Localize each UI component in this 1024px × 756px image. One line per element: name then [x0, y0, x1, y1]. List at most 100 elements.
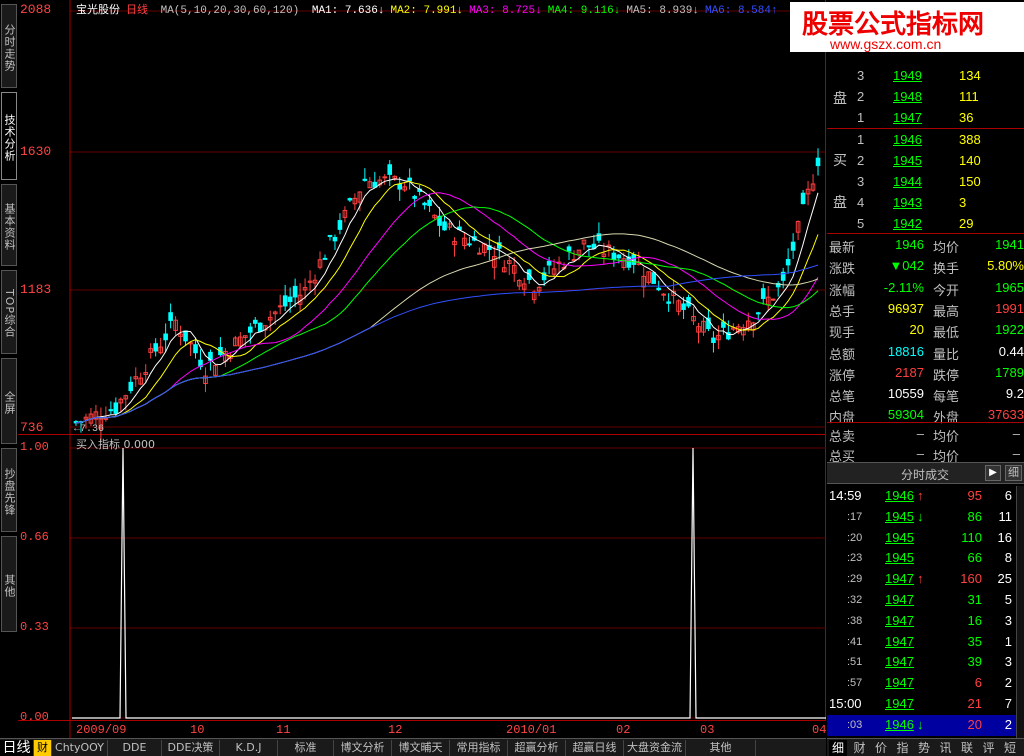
quote-value: 1991 — [995, 300, 1024, 316]
tick-time: :20 — [847, 531, 863, 544]
quote-label: 最新 — [829, 240, 856, 255]
ma-legend-item: MA6: 8.584↑ — [704, 5, 778, 17]
ask-volume: 111 — [959, 89, 979, 104]
bottom-tab[interactable]: DDE — [108, 740, 162, 756]
right-bottom-tab[interactable]: 势 — [915, 740, 933, 756]
bottom-tab[interactable]: 常用指标 — [450, 740, 508, 756]
bid-volume: 388 — [959, 132, 981, 147]
tick-row: :41 1947 35 1 — [827, 632, 1024, 653]
tick-count: 3 — [1004, 654, 1012, 670]
level-number: 2 — [857, 153, 865, 168]
right-bottom-tab[interactable]: 短 — [1001, 740, 1019, 756]
bottom-tab[interactable]: K.D.J — [220, 740, 278, 756]
tick-count: 8 — [1004, 550, 1012, 566]
quote-label: 最高 — [933, 303, 960, 319]
bottom-tab[interactable]: 博文晡天 — [392, 740, 450, 756]
right-bottom-tab[interactable]: 细 — [829, 740, 847, 756]
tick-row: :32 1947 31 5 — [827, 590, 1024, 611]
bid-price: 1945 — [893, 153, 922, 168]
indicator-axis-label: 1.00 — [20, 440, 49, 454]
quote-label: 总笔 — [829, 389, 856, 405]
tick-price: 1946 — [885, 716, 914, 732]
quote-label: 每笔 — [933, 389, 960, 405]
candle-body — [292, 285, 298, 298]
detail-button[interactable]: 细 — [1005, 465, 1022, 481]
play-icon[interactable]: ▶ — [985, 465, 1001, 481]
right-bottom-tab[interactable]: 价 — [872, 740, 890, 756]
bid-price: 1943 — [893, 195, 922, 210]
candle-body — [168, 312, 173, 321]
right-bottom-tab[interactable]: 联 — [958, 740, 976, 756]
x-axis-label: 2010/01 — [506, 723, 557, 737]
down-arrow-icon: ↓ — [917, 716, 924, 732]
price-axis-label: 736 — [20, 420, 44, 435]
candle-body — [616, 254, 622, 259]
tick-volume: 20 — [967, 716, 982, 732]
x-axis-label: 2009/09 — [76, 723, 127, 737]
totals-value: – — [916, 426, 924, 441]
tick-price: 1945 — [885, 550, 914, 566]
tick-row: 15:00 1947 21 7 — [827, 694, 1024, 715]
tick-time: :17 — [847, 510, 863, 523]
candle-body — [546, 260, 552, 266]
indicator-axis-label: 0.33 — [20, 620, 49, 634]
tick-time: 15:00 — [829, 696, 862, 711]
tick-volume: 95 — [967, 488, 982, 503]
bottom-tab[interactable]: 其他 — [686, 740, 756, 756]
bottom-tab[interactable]: DDE决策 — [162, 740, 220, 756]
ask-price: 1949 — [893, 68, 922, 83]
quote-value: 2187 — [895, 364, 924, 380]
quote-value: 5.80% — [987, 258, 1024, 274]
candle-body — [656, 287, 661, 291]
right-bottom-tab[interactable]: 讯 — [937, 740, 955, 756]
ticks-header: 分时成交 ▶ 细 — [827, 462, 1024, 484]
right-bottom-tab[interactable]: 财 — [851, 740, 869, 756]
ma-legend-item: MA2: 7.991↓ — [390, 5, 464, 17]
bottom-tab[interactable]: 超赢日线 — [566, 740, 624, 756]
tick-time: :32 — [847, 594, 863, 606]
tick-price: 1947 — [885, 654, 914, 670]
period-label: 日线 — [126, 5, 148, 17]
ticks-scrollbar[interactable] — [1016, 486, 1024, 738]
ask-price: 1948 — [893, 89, 922, 104]
totals-label: 总买 — [829, 449, 856, 464]
right-bottom-tab[interactable]: 指 — [894, 740, 912, 756]
candle-body — [362, 178, 368, 181]
candle-body — [755, 312, 761, 315]
quote-value: 1965 — [995, 279, 1024, 295]
right-bottom-tab[interactable]: 评 — [980, 740, 998, 756]
bottom-tab[interactable]: 超赢分析 — [508, 740, 566, 756]
candle-body — [322, 257, 328, 260]
up-arrow-icon: ↑ — [917, 571, 924, 587]
bottom-tab[interactable]: 标准 — [278, 740, 334, 756]
bottom-tab[interactable]: 博文分析 — [334, 740, 392, 756]
down-arrow-icon: ↓ — [917, 508, 924, 524]
totals-label: 总卖 — [829, 429, 856, 444]
bottom-tab[interactable]: 财 — [34, 740, 52, 756]
quote-value: 20 — [909, 322, 924, 338]
x-axis: 2009/09 10 11 12 2010/01 02 03 04 — [18, 720, 826, 738]
tick-row: :20 1945 110 16 — [827, 528, 1024, 549]
tick-volume: 86 — [967, 508, 982, 524]
quote-value: 1789 — [995, 364, 1024, 380]
candle-body — [337, 220, 343, 230]
level-number: 3 — [857, 68, 865, 83]
tick-count: 25 — [997, 571, 1012, 587]
sell-side-label: 盘 — [833, 90, 847, 106]
bottom-tab[interactable]: 大盘资金流 — [624, 740, 686, 756]
quote-value: ▼042 — [889, 258, 924, 274]
tick-row: :51 1947 39 3 — [827, 652, 1024, 673]
candle-body — [422, 202, 427, 206]
quote-label: 现手 — [829, 325, 856, 341]
up-arrow-icon: ↑ — [917, 488, 924, 503]
bottom-tab[interactable]: ChtyOOY — [52, 740, 108, 756]
level-number: 1 — [857, 110, 865, 125]
candle-body — [387, 164, 393, 175]
candle-body — [427, 199, 432, 207]
candle-body — [277, 305, 283, 308]
bottom-tab[interactable]: 日线 — [0, 740, 34, 756]
quote-label: 总额 — [829, 346, 856, 362]
ma-legend: 宝光股份 日线 MA(5,10,20,30,60,120) MA1: 7.636↓… — [76, 1, 790, 17]
tick-time: :38 — [847, 614, 863, 627]
candle-body — [113, 402, 119, 414]
